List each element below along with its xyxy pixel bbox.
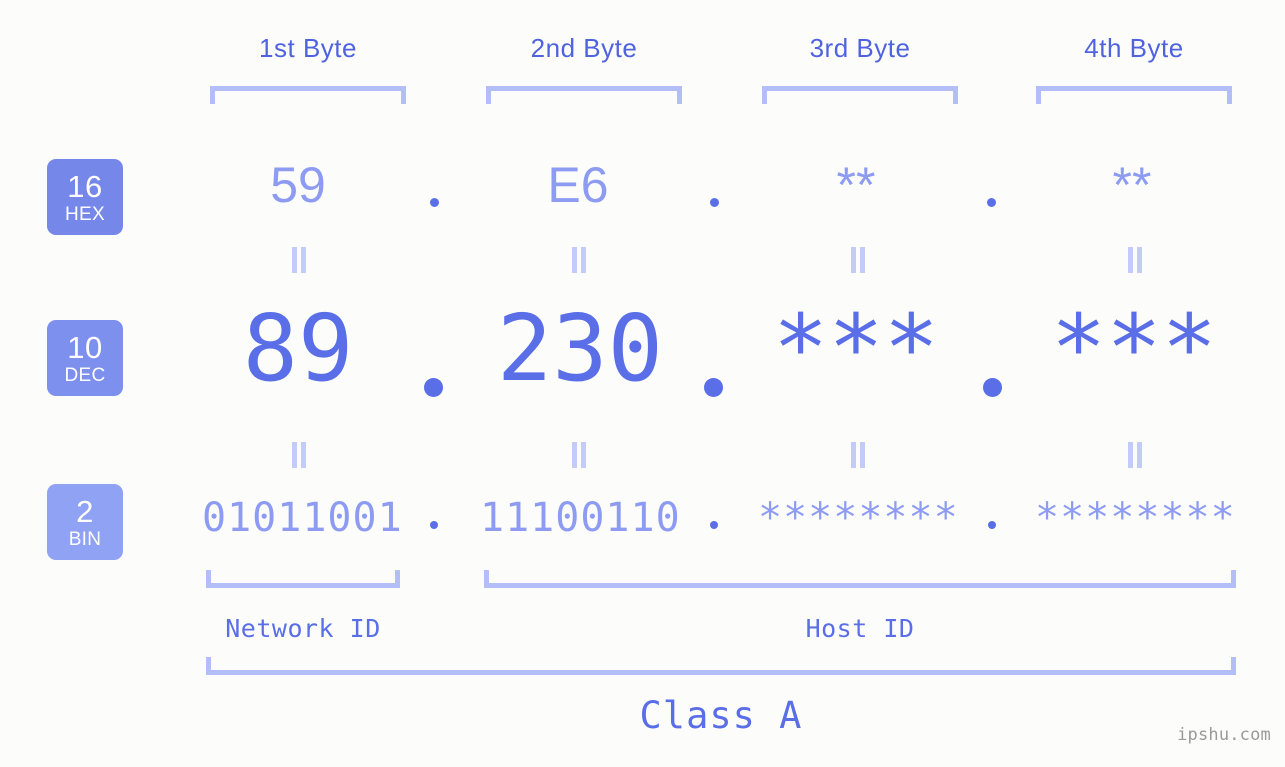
base-badge-dec: 10 DEC (47, 320, 123, 396)
equals-connector-dec-bin-3 (851, 442, 865, 468)
base-badge-bin-number: 2 (76, 493, 94, 529)
hex-separator-dot-2 (710, 198, 719, 207)
equals-connector-hex-dec-3 (851, 247, 865, 273)
byte-bracket-1 (210, 86, 406, 104)
bin-byte-3-value: ******** (758, 495, 959, 541)
bin-separator-dot-3 (988, 521, 996, 529)
class-label: Class A (639, 694, 803, 737)
equals-connector-hex-dec-1 (292, 247, 306, 273)
class-bracket (206, 657, 1236, 675)
dec-byte-2-value: 230 (496, 295, 664, 402)
bin-byte-2-value: 11100110 (480, 495, 681, 541)
hex-separator-dot-3 (987, 198, 996, 207)
equals-connector-dec-bin-2 (572, 442, 586, 468)
dec-byte-1-value: 89 (242, 295, 354, 402)
hex-byte-1-value: 59 (270, 157, 326, 213)
host-id-bracket (484, 570, 1236, 588)
hex-separator-dot-1 (430, 198, 439, 207)
base-badge-dec-number: 10 (67, 329, 103, 365)
byte-bracket-3 (762, 86, 958, 104)
network-id-bracket (206, 570, 400, 588)
dec-separator-dot-3 (983, 378, 1002, 397)
byte-bracket-4 (1036, 86, 1232, 104)
byte-bracket-2 (486, 86, 682, 104)
bin-separator-dot-1 (430, 521, 438, 529)
base-badge-bin-name: BIN (68, 528, 102, 550)
dec-separator-dot-2 (704, 378, 723, 397)
base-badge-dec-name: DEC (64, 364, 106, 386)
base-badge-hex-number: 16 (67, 168, 103, 204)
equals-connector-dec-bin-4 (1128, 442, 1142, 468)
byte-header-label-2: 2nd Byte (530, 33, 638, 63)
bin-separator-dot-2 (710, 521, 718, 529)
equals-connector-hex-dec-4 (1128, 247, 1142, 273)
byte-header-label-1: 1st Byte (259, 33, 357, 63)
bin-byte-1-value: 01011001 (202, 495, 403, 541)
dec-byte-4-value: *** (1050, 295, 1218, 402)
byte-header-label-4: 4th Byte (1084, 33, 1184, 63)
dec-byte-3-value: *** (772, 295, 940, 402)
network-id-label: Network ID (225, 614, 381, 643)
hex-byte-4-value: ** (1112, 157, 1152, 213)
equals-connector-dec-bin-1 (292, 442, 306, 468)
base-badge-hex: 16 HEX (47, 159, 123, 235)
byte-header-label-3: 3rd Byte (809, 33, 911, 63)
equals-connector-hex-dec-2 (572, 247, 586, 273)
ip-address-breakdown-diagram: 1st Byte 2nd Byte 3rd Byte 4th Byte 16 H… (0, 0, 1285, 767)
hex-byte-3-value: ** (836, 157, 876, 213)
hex-byte-2-value: E6 (547, 157, 609, 213)
site-watermark: ipshu.com (1177, 725, 1271, 745)
bin-byte-4-value: ******** (1035, 495, 1236, 541)
host-id-label: Host ID (805, 614, 915, 643)
dec-separator-dot-1 (424, 378, 443, 397)
base-badge-hex-name: HEX (65, 203, 105, 225)
base-badge-bin: 2 BIN (47, 484, 123, 560)
